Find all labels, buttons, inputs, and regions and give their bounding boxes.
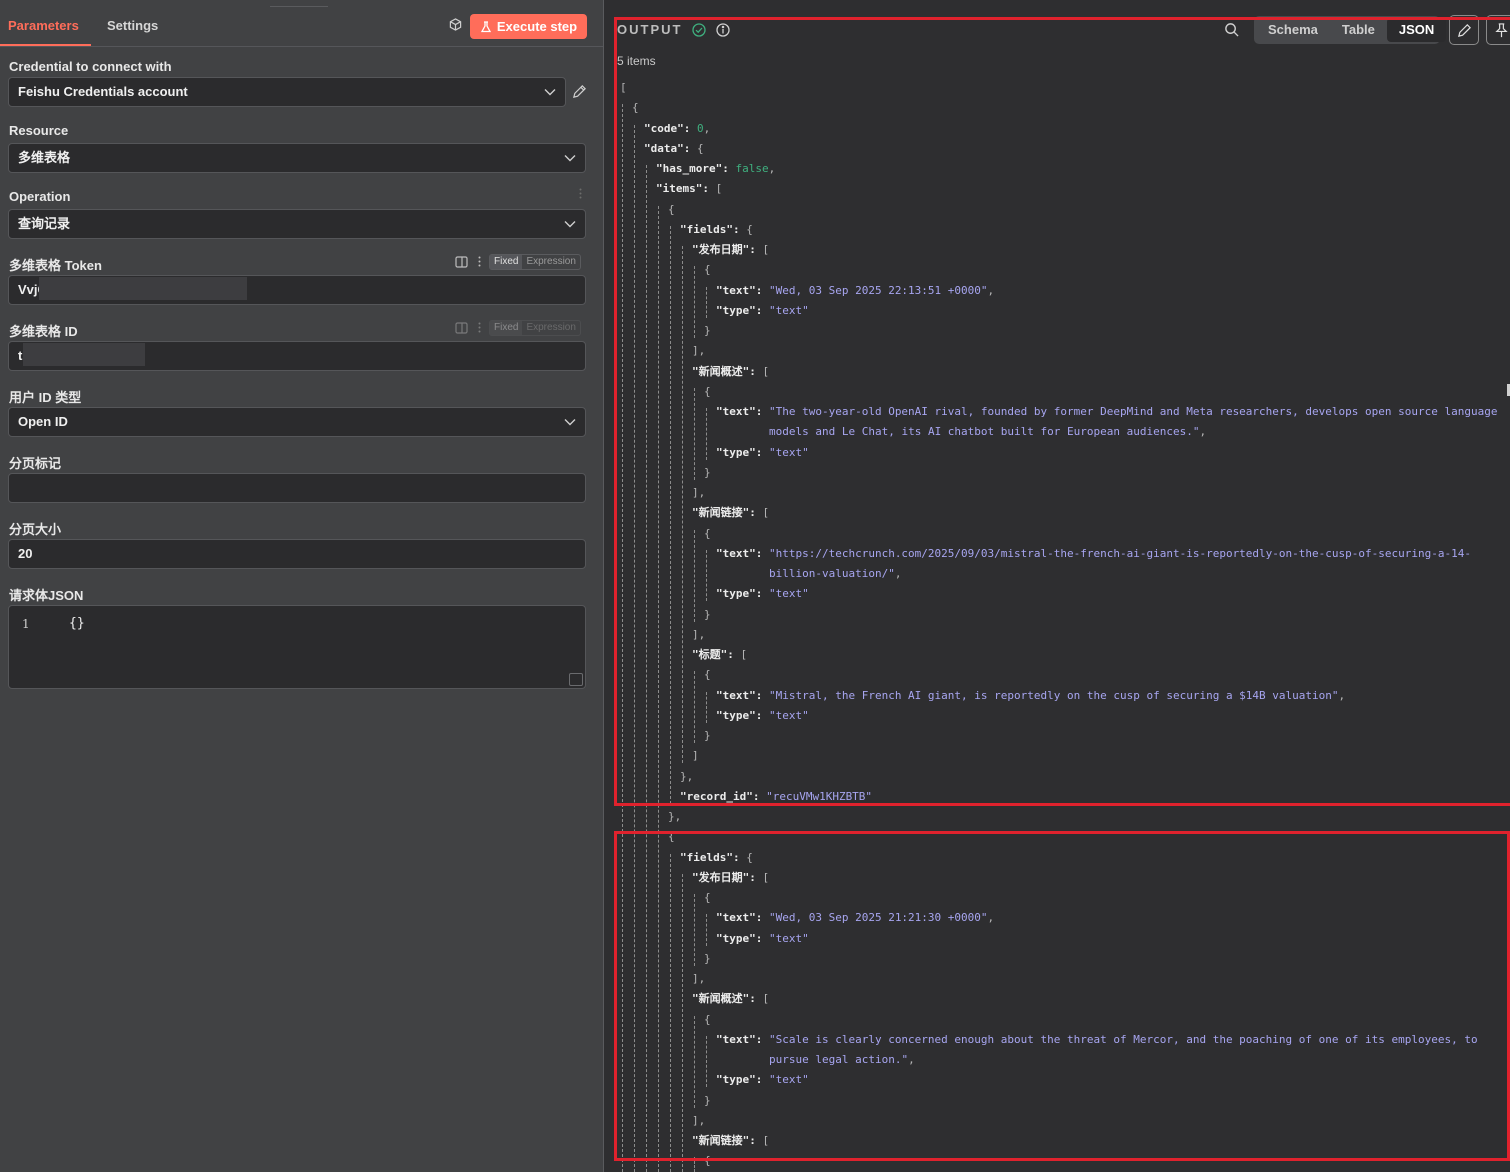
table-id-label: 多维表格 ID xyxy=(9,324,78,339)
credential-select[interactable]: Feishu Credentials account xyxy=(8,77,566,107)
body-json-code[interactable]: {} xyxy=(69,616,85,631)
resource-value: 多维表格 xyxy=(18,150,71,165)
user-id-type-label: 用户 ID 类型 xyxy=(9,390,82,405)
fixed-option[interactable]: Fixed xyxy=(490,321,523,335)
page-size-value: 20 xyxy=(18,546,33,561)
flask-icon xyxy=(480,20,491,32)
user-id-type-select[interactable]: Open ID xyxy=(8,407,586,437)
fixed-expression-toggle[interactable]: Fixed Expression xyxy=(489,320,581,336)
table-id-value: t xyxy=(18,348,23,363)
resource-select[interactable]: 多维表格 xyxy=(8,143,586,173)
kebab-icon[interactable] xyxy=(478,256,481,267)
token-label: 多维表格 Token xyxy=(9,258,102,273)
panel-icon[interactable] xyxy=(455,322,468,334)
redacted-blur xyxy=(39,277,247,300)
operation-select[interactable]: 查询记录 xyxy=(8,209,586,239)
body-json-label: 请求体JSON xyxy=(9,588,84,603)
output-panel: OUTPUT 5 items Schema Table JSON [{"code… xyxy=(604,0,1510,1172)
execute-step-button[interactable]: Execute step xyxy=(470,14,587,39)
table-id-input[interactable]: t xyxy=(8,341,586,371)
expression-option[interactable]: Expression xyxy=(522,321,579,335)
body-json-editor[interactable]: 1 {} xyxy=(8,605,586,689)
chevron-down-icon xyxy=(564,419,576,426)
redacted-blur xyxy=(23,343,145,366)
credential-label: Credential to connect with xyxy=(9,59,172,74)
user-id-type-value: Open ID xyxy=(18,414,68,429)
page-token-label: 分页标记 xyxy=(9,456,62,471)
fixed-option[interactable]: Fixed xyxy=(490,255,523,269)
pencil-icon[interactable] xyxy=(572,84,587,99)
tab-parameters[interactable]: Parameters xyxy=(0,7,91,46)
json-line: }, xyxy=(668,810,681,824)
panel-drag-handle[interactable] xyxy=(270,0,328,7)
panel-icon[interactable] xyxy=(455,256,468,268)
chevron-down-icon xyxy=(564,221,576,228)
kebab-icon[interactable] xyxy=(478,322,481,333)
credential-value: Feishu Credentials account xyxy=(18,84,188,99)
page-size-input[interactable]: 20 xyxy=(8,539,586,569)
line-number: 1 xyxy=(22,617,30,631)
tab-settings[interactable]: Settings xyxy=(107,7,158,46)
resize-icon[interactable] xyxy=(569,673,583,686)
page-size-label: 分页大小 xyxy=(9,522,62,537)
fixed-expression-toggle[interactable]: Fixed Expression xyxy=(489,254,581,270)
node-parameters-panel: Parameters Settings Execute step Credent… xyxy=(0,0,604,1172)
expression-option[interactable]: Expression xyxy=(522,255,579,269)
highlight-box-1 xyxy=(614,17,1510,806)
operation-value: 查询记录 xyxy=(18,216,71,231)
json-token: }, xyxy=(668,810,682,823)
chevron-down-icon xyxy=(544,89,556,96)
chevron-down-icon xyxy=(564,155,576,162)
page-token-input[interactable] xyxy=(8,473,586,503)
cube-icon[interactable] xyxy=(449,18,462,31)
resource-label: Resource xyxy=(9,123,69,138)
kebab-icon[interactable] xyxy=(579,188,582,199)
token-input[interactable]: VvjC xyxy=(8,275,586,305)
operation-label: Operation xyxy=(9,189,71,204)
execute-step-label: Execute step xyxy=(496,19,578,34)
highlight-box-2 xyxy=(614,831,1510,1161)
